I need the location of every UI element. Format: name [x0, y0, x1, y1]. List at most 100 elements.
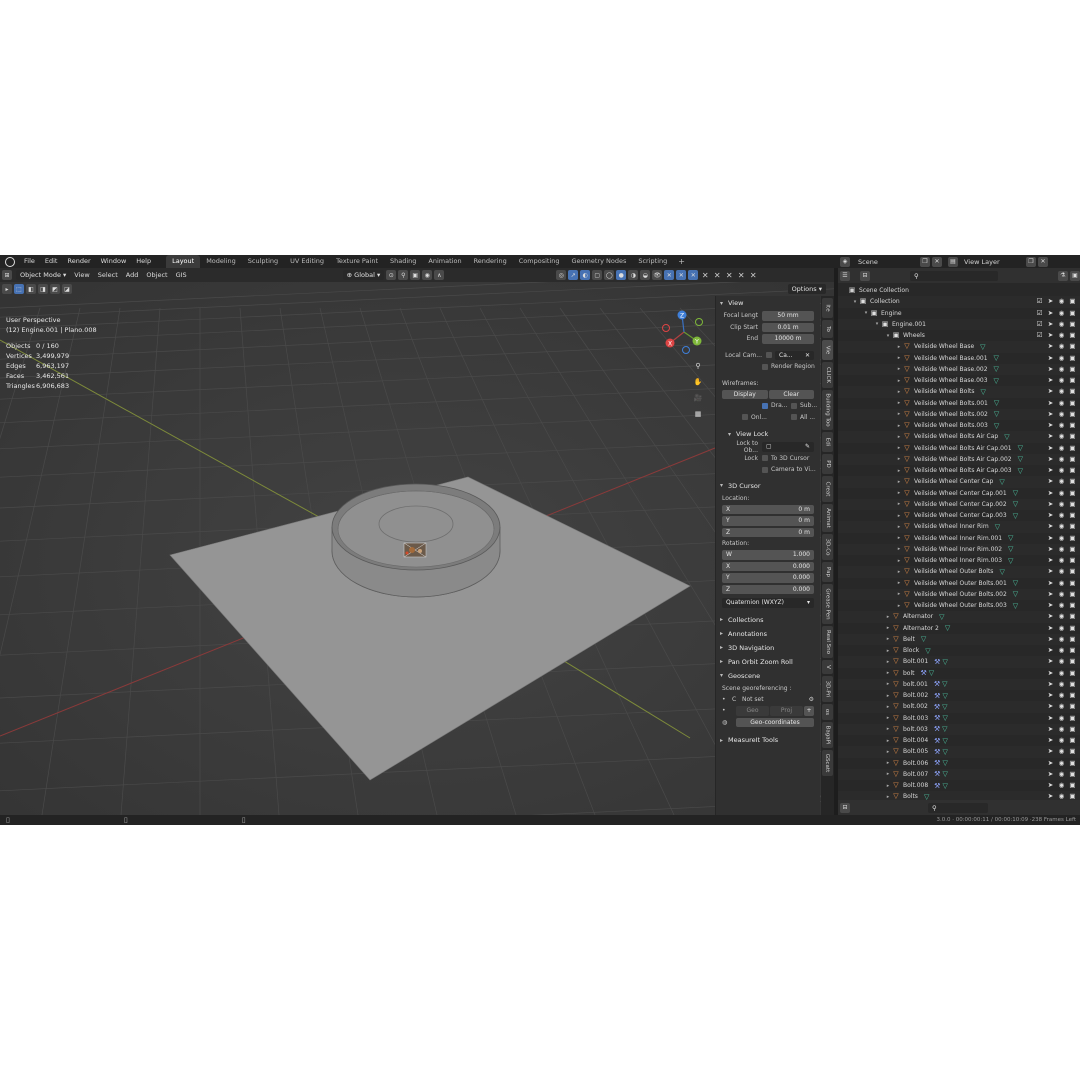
camera-render-icon[interactable]: ▣ — [1069, 332, 1076, 339]
selectable-arrow-icon[interactable]: ➤ — [1047, 433, 1054, 440]
tab-layout[interactable]: Layout — [166, 255, 201, 268]
exclude-checkbox-icon[interactable]: ☑ — [1036, 332, 1043, 339]
eye-icon[interactable]: ◉ — [1058, 433, 1065, 440]
eye-icon[interactable]: ◉ — [1058, 748, 1065, 755]
select-light-icon[interactable]: ✕ — [676, 270, 687, 280]
collapsed-arrow-icon[interactable]: ▸ — [895, 479, 903, 485]
selectable-arrow-icon[interactable]: ➤ — [1047, 770, 1054, 778]
tab-modeling[interactable]: Modeling — [200, 255, 242, 268]
eye-icon[interactable]: ◉ — [1058, 635, 1065, 643]
vtab-v[interactable]: V — [822, 660, 833, 674]
options-dropdown[interactable]: Options ▾ — [787, 284, 826, 294]
vtab-pd[interactable]: PD — [822, 454, 833, 474]
selectable-arrow-icon[interactable]: ➤ — [1047, 320, 1054, 328]
view-layer-icon[interactable]: ▤ — [948, 256, 958, 267]
outliner-object-row[interactable]: ▸ ▽ Veilside Wheel Inner Rim ▽ ➤ ◉ ▣ — [838, 521, 1080, 533]
eye-icon[interactable]: ◉ — [1058, 680, 1065, 688]
modifier-wrench-icon[interactable]: ⚒ — [934, 703, 940, 711]
collapsed-arrow-icon[interactable]: ▸ — [895, 355, 903, 361]
expand-arrow-icon[interactable]: ▾ — [862, 310, 870, 316]
modifier-wrench-icon[interactable]: ⚒ — [934, 770, 940, 778]
eye-icon[interactable]: ◉ — [1058, 692, 1065, 699]
mesh-data-icon[interactable]: ▽ — [980, 343, 985, 351]
camera-render-icon[interactable]: ▣ — [1069, 602, 1076, 609]
mesh-data-icon[interactable]: ▽ — [995, 523, 1000, 531]
camera-render-icon[interactable]: ▣ — [1069, 635, 1076, 643]
camera-render-icon[interactable]: ▣ — [1069, 624, 1076, 632]
collapsed-arrow-icon[interactable]: ▸ — [884, 794, 892, 800]
overlay-icon[interactable]: ◐ — [580, 270, 591, 280]
filter-icon[interactable]: ⚗ — [1058, 270, 1068, 281]
new-collection-icon[interactable]: ▣ — [1070, 270, 1080, 281]
selectable-arrow-icon[interactable]: ➤ — [1047, 692, 1054, 699]
eye-icon[interactable]: ◉ — [1058, 534, 1065, 542]
eye-icon[interactable]: ◉ — [1058, 365, 1065, 373]
tab-uv-editing[interactable]: UV Editing — [284, 255, 330, 268]
menu-object[interactable]: Object — [142, 271, 171, 279]
local-camera-field[interactable]: Ca... ✕ — [775, 350, 814, 360]
outliner-object-row[interactable]: ▸ ▽ Veilside Wheel Bolts.001 ▽ ➤ ◉ ▣ — [838, 398, 1080, 409]
outliner-object-row[interactable]: ▸ ▽ Veilside Wheel Bolts ▽ ➤ ◉ ▣ — [838, 386, 1080, 398]
falloff-icon[interactable]: ∧ — [434, 270, 445, 280]
camera-render-icon[interactable]: ▣ — [1069, 590, 1076, 598]
mesh-data-icon[interactable]: ▽ — [921, 635, 926, 643]
eye-icon[interactable]: ◉ — [1058, 770, 1065, 778]
select-invert-icon[interactable]: ◩ — [50, 284, 60, 294]
outliner-object-row[interactable]: ▸ ▽ bolt.001 ⚒ ▽ ➤ ◉ ▣ — [838, 678, 1080, 690]
vtab-item[interactable]: Ite — [822, 298, 833, 318]
mesh-data-icon[interactable]: ▽ — [1018, 467, 1023, 475]
filter-x-icon-4[interactable]: ✕ — [736, 270, 746, 280]
outliner-object-row[interactable]: ▸ ▽ Belt ▽ ➤ ◉ ▣ — [838, 633, 1080, 645]
eye-icon[interactable]: ◉ — [1058, 500, 1065, 508]
vtab-animation[interactable]: Animat — [822, 504, 833, 532]
collapsed-arrow-icon[interactable]: ▸ — [895, 535, 903, 541]
camera-render-icon[interactable]: ▣ — [1069, 568, 1076, 575]
outliner-object-row[interactable]: ▸ ▽ Veilside Wheel Bolts Air Cap.001 ▽ ➤ ◉ ▣ — [838, 443, 1080, 454]
blender-logo-icon[interactable] — [5, 256, 15, 267]
outliner-object-row[interactable]: ▸ ▽ Block ▽ ➤ ◉ ▣ — [838, 645, 1080, 656]
collapsed-arrow-icon[interactable]: ▸ — [884, 693, 892, 699]
mesh-data-icon[interactable]: ▽ — [945, 624, 950, 632]
mesh-data-icon[interactable]: ▽ — [994, 377, 999, 385]
collapsed-arrow-icon[interactable]: ▸ — [884, 670, 892, 676]
settings-gear-icon[interactable]: ⚙ — [809, 696, 814, 703]
camera-render-icon[interactable]: ▣ — [1069, 489, 1076, 497]
mesh-data-icon[interactable]: ▽ — [1008, 557, 1013, 565]
outliner-object-row[interactable]: ▸ ▽ Bolt.003 ⚒ ▽ ➤ ◉ ▣ — [838, 713, 1080, 724]
outliner-object-row[interactable]: ▸ ▽ Alternator 2 ▽ ➤ ◉ ▣ — [838, 623, 1080, 634]
outliner-object-row[interactable]: ▸ ▽ Veilside Wheel Bolts.003 ▽ ➤ ◉ ▣ — [838, 420, 1080, 431]
modifier-wrench-icon[interactable]: ⚒ — [934, 782, 940, 790]
collapsed-arrow-icon[interactable]: ▸ — [884, 625, 892, 631]
eye-icon[interactable]: ◉ — [1058, 523, 1065, 530]
outliner-collection-row[interactable]: ▾ ▣ Wheels ☑ ➤ ◉ ▣ — [838, 330, 1080, 341]
scene-icon[interactable]: ◈ — [840, 256, 850, 267]
menu-render[interactable]: Render — [62, 255, 95, 268]
selectable-arrow-icon[interactable]: ➤ — [1047, 354, 1054, 362]
selectable-arrow-icon[interactable]: ➤ — [1047, 377, 1054, 384]
collapsed-arrow-icon[interactable]: ▸ — [884, 681, 892, 687]
outliner-object-row[interactable]: ▸ ▽ Veilside Wheel Inner Rim.001 ▽ ➤ ◉ ▣ — [838, 533, 1080, 544]
selectable-arrow-icon[interactable]: ➤ — [1047, 737, 1054, 744]
outliner-object-row[interactable]: ▸ ▽ Veilside Wheel Outer Bolts.001 ▽ ➤ ◉ ▣ — [838, 578, 1080, 589]
camera-render-icon[interactable]: ▣ — [1069, 692, 1076, 699]
expand-arrow-icon[interactable]: ▾ — [884, 333, 892, 339]
outliner-editor-icon[interactable]: ☰ — [840, 270, 850, 281]
collapsed-arrow-icon[interactable]: ▸ — [895, 434, 903, 440]
collapsed-arrow-icon[interactable]: ▸ — [895, 490, 903, 496]
outliner-object-row[interactable]: ▸ ▽ Bolt.008 ⚒ ▽ ➤ ◉ ▣ — [838, 780, 1080, 791]
geo-button[interactable]: Geo — [736, 706, 769, 716]
proj-button[interactable]: Proj — [770, 706, 803, 716]
select-extend-icon[interactable]: ◧ — [26, 284, 36, 294]
all-checkbox[interactable] — [791, 414, 797, 421]
clear-button[interactable]: Clear — [768, 389, 814, 399]
camera-render-icon[interactable]: ▣ — [1069, 354, 1076, 362]
collapsed-arrow-icon[interactable]: ▸ — [895, 456, 903, 462]
selectable-arrow-icon[interactable]: ➤ — [1047, 512, 1054, 519]
collapsed-arrow-icon[interactable]: ▸ — [884, 648, 892, 654]
outliner-object-row[interactable]: ▸ ▽ Bolt.007 ⚒ ▽ ➤ ◉ ▣ — [838, 768, 1080, 780]
collapsed-arrow-icon[interactable]: ▸ — [895, 366, 903, 372]
collapsed-arrow-icon[interactable]: ▸ — [895, 468, 903, 474]
mesh-data-icon[interactable]: ▽ — [1013, 590, 1018, 598]
pan-hand-icon[interactable]: ✋ — [692, 376, 704, 388]
vtab-os[interactable]: os — [822, 704, 833, 720]
